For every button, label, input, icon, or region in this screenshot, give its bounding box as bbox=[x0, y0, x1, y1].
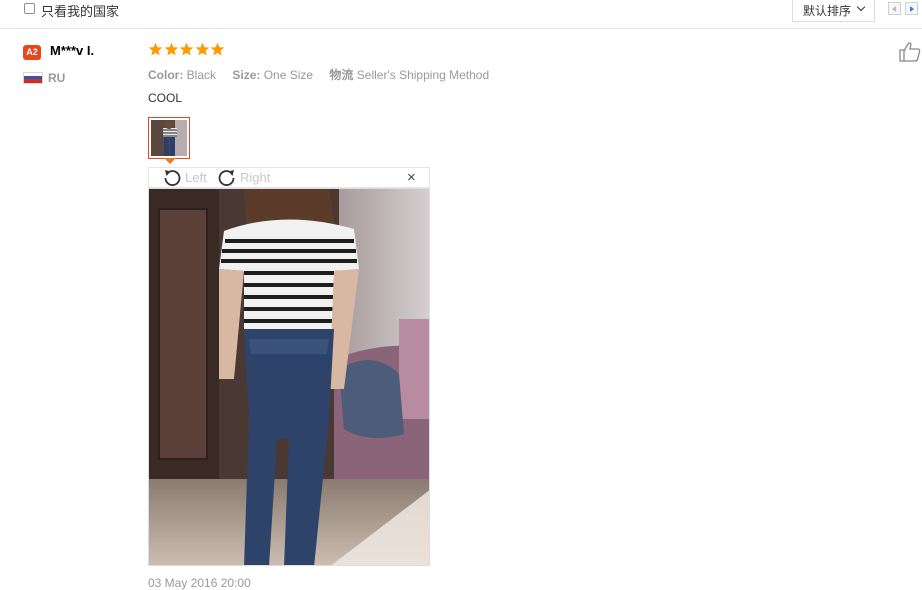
own-country-label[interactable]: 只看我的国家 bbox=[41, 1, 119, 20]
attr-color-value: Black bbox=[186, 68, 217, 82]
star-icon bbox=[179, 42, 194, 56]
close-icon[interactable]: × bbox=[407, 169, 416, 186]
image-viewer-toolbar: Left Right × bbox=[148, 167, 430, 188]
review-photo-large bbox=[148, 188, 430, 566]
russia-flag-icon bbox=[23, 72, 43, 84]
review-photo-thumbnail[interactable] bbox=[148, 117, 190, 159]
attr-color-key: Color: bbox=[148, 68, 184, 82]
reviewer-country: RU bbox=[48, 71, 66, 85]
thumbnail-image bbox=[151, 120, 187, 156]
thumbs-up-icon[interactable] bbox=[898, 41, 922, 68]
sort-dropdown[interactable]: 默认排序 bbox=[792, 0, 875, 22]
attr-shipping-value: Seller's Shipping Method bbox=[356, 68, 490, 82]
pager-next-icon bbox=[910, 6, 914, 12]
star-icon bbox=[195, 42, 209, 56]
star-icon bbox=[148, 42, 163, 56]
chevron-down-icon bbox=[856, 2, 866, 12]
sort-label: 默认排序 bbox=[803, 4, 852, 18]
buyer-level-badge: A2 bbox=[23, 45, 41, 60]
rotate-left-icon bbox=[164, 170, 181, 186]
review-text: COOL bbox=[148, 91, 183, 105]
star-icon bbox=[164, 42, 178, 56]
pager-prev-button[interactable] bbox=[888, 2, 901, 15]
reviewer-name: M***v I. bbox=[50, 43, 95, 58]
own-country-checkbox[interactable] bbox=[24, 3, 35, 14]
rotate-right-icon bbox=[218, 170, 235, 186]
pager-next-button[interactable] bbox=[905, 2, 918, 15]
attr-shipping-key: 物流 bbox=[329, 68, 354, 82]
attr-size-key: Size: bbox=[232, 68, 261, 82]
order-attributes: Color: Black Size: One Size 物流 Seller's … bbox=[148, 66, 502, 83]
rotate-left-label: Left bbox=[185, 170, 207, 185]
star-rating bbox=[148, 42, 225, 58]
star-icon bbox=[210, 42, 225, 56]
attr-size-value: One Size bbox=[263, 68, 314, 82]
pager-prev-icon bbox=[892, 6, 896, 12]
review-filter-bar: 只看我的国家 默认排序 bbox=[0, 0, 922, 29]
thumbnail-pointer bbox=[164, 158, 176, 164]
rotate-right-label: Right bbox=[240, 170, 271, 185]
